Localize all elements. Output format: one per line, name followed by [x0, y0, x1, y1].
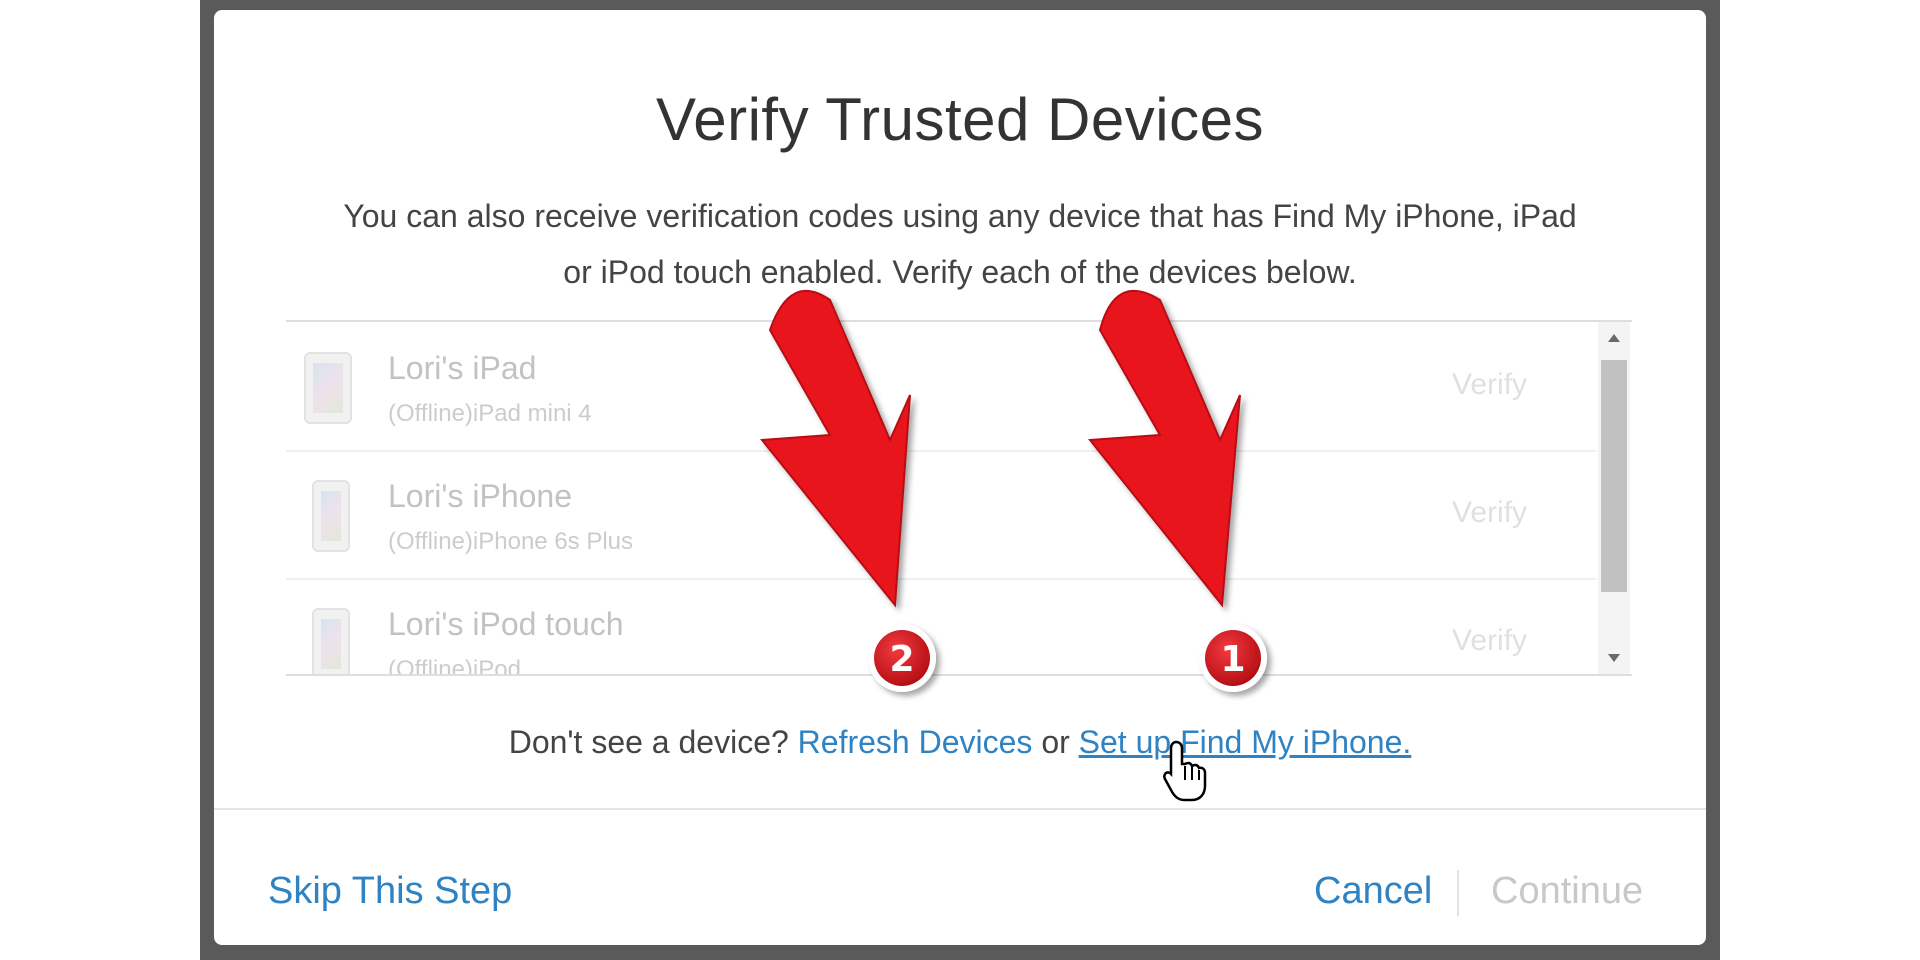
- description-line-2: or iPod touch enabled. Verify each of th…: [563, 254, 1357, 290]
- device-row: Lori's iPhone (Offline)iPhone 6s Plus Ve…: [286, 450, 1596, 580]
- verify-button[interactable]: Verify: [1452, 496, 1527, 530]
- verify-button[interactable]: Verify: [1452, 624, 1527, 658]
- device-model: (Offline)iPod: [388, 656, 521, 676]
- device-name: Lori's iPod touch: [388, 606, 624, 642]
- description-line-1: You can also receive verification codes …: [343, 198, 1577, 234]
- help-text: Don't see a device? Refresh Devices or S…: [214, 724, 1706, 761]
- device-name: Lori's iPad: [388, 350, 537, 386]
- scroll-up-icon[interactable]: [1608, 334, 1620, 342]
- device-name: Lori's iPhone: [388, 478, 572, 514]
- verify-button[interactable]: Verify: [1452, 368, 1527, 402]
- setup-find-my-iphone-link[interactable]: Set up Find My iPhone.: [1079, 724, 1412, 760]
- skip-step-button[interactable]: Skip This Step: [268, 870, 512, 913]
- scroll-thumb[interactable]: [1601, 360, 1627, 592]
- scroll-down-icon[interactable]: [1608, 654, 1620, 662]
- help-prefix: Don't see a device?: [508, 724, 789, 760]
- help-or: or: [1041, 724, 1070, 760]
- button-separator: [1457, 870, 1459, 916]
- device-list[interactable]: Lori's iPad (Offline)iPad mini 4 Verify …: [286, 320, 1632, 676]
- device-model: (Offline)iPhone 6s Plus: [388, 528, 634, 555]
- screenshot-frame: Verify Trusted Devices You can also rece…: [200, 0, 1720, 960]
- device-model: (Offline)iPad mini 4: [388, 400, 592, 427]
- footer-divider: [214, 808, 1706, 810]
- continue-button[interactable]: Continue: [1491, 870, 1643, 913]
- iphone-icon: [312, 480, 350, 552]
- ipad-icon: [304, 352, 352, 424]
- device-row: Lori's iPod touch (Offline)iPod Verify: [286, 578, 1596, 676]
- device-row: Lori's iPad (Offline)iPad mini 4 Verify: [286, 322, 1596, 452]
- scrollbar[interactable]: [1598, 322, 1630, 674]
- verify-dialog: Verify Trusted Devices You can also rece…: [214, 10, 1706, 945]
- refresh-devices-link[interactable]: Refresh Devices: [798, 724, 1033, 760]
- dialog-description: You can also receive verification codes …: [274, 188, 1646, 300]
- dialog-title: Verify Trusted Devices: [656, 86, 1264, 153]
- cancel-button[interactable]: Cancel: [1314, 870, 1432, 913]
- ipod-icon: [312, 608, 350, 674]
